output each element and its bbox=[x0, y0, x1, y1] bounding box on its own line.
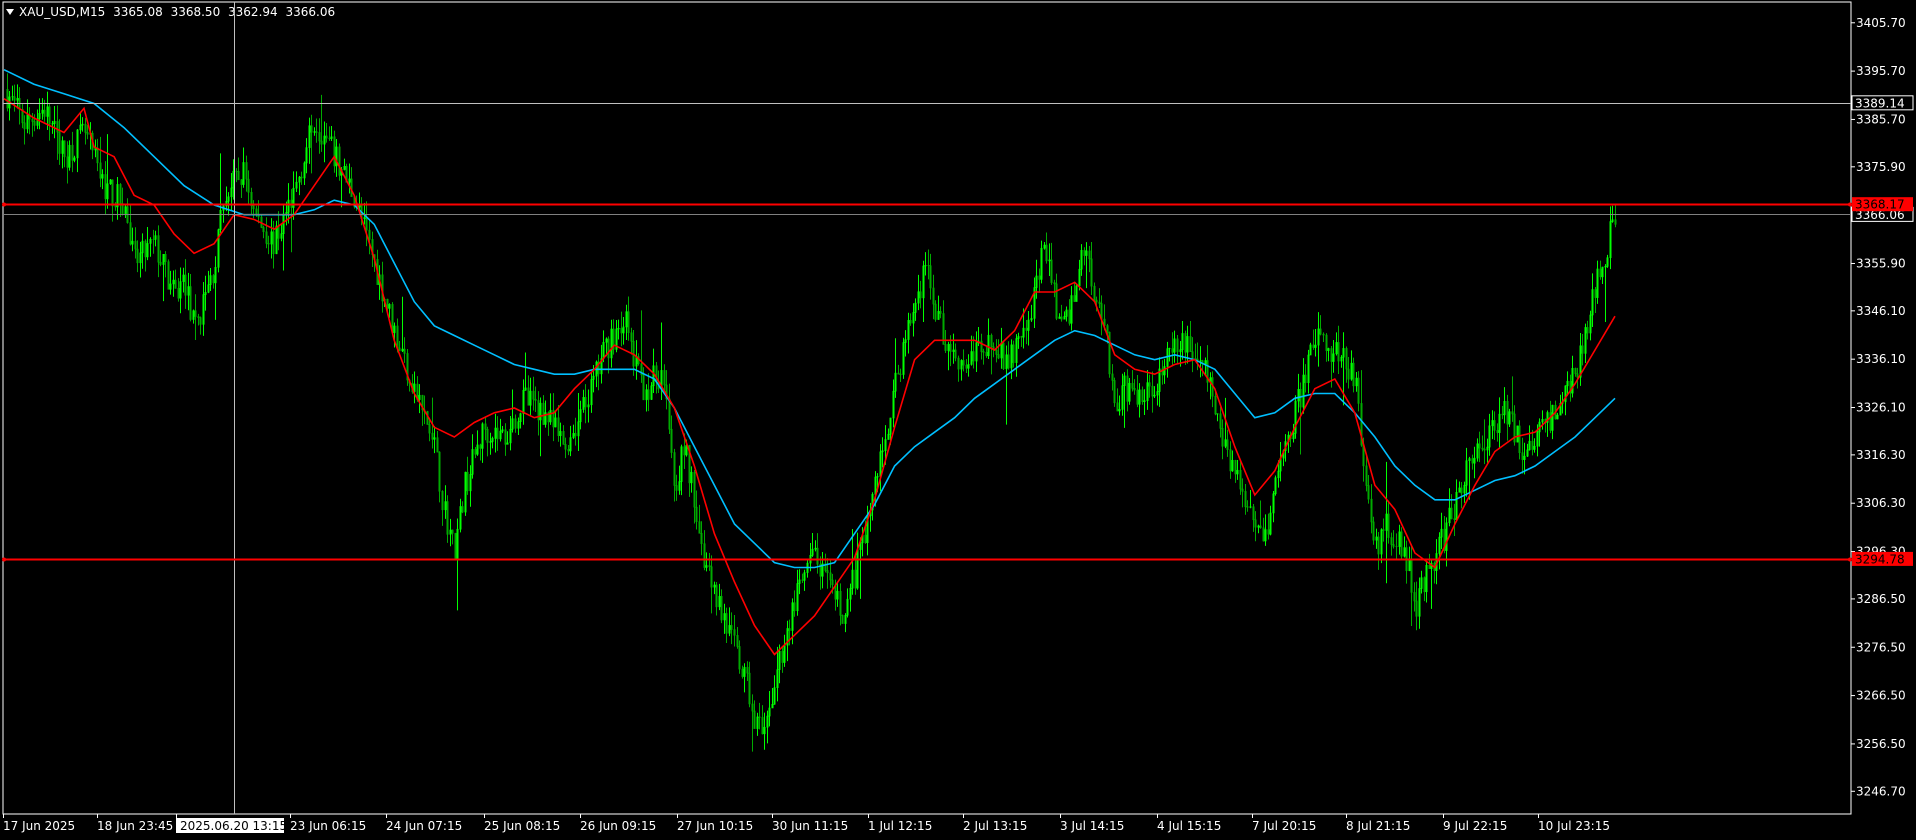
y-tick-label: 3326.10 bbox=[1856, 401, 1906, 415]
x-tick-label: 25 Jun 08:15 bbox=[484, 819, 560, 833]
x-tick-label: 24 Jun 07:15 bbox=[386, 819, 462, 833]
y-tick-label: 3395.70 bbox=[1856, 64, 1906, 78]
y-tick-label: 3336.10 bbox=[1856, 352, 1906, 366]
y-tick-label: 3286.50 bbox=[1856, 592, 1906, 606]
overlay-lines bbox=[2, 2, 1852, 814]
level-handle-left[interactable] bbox=[2, 202, 6, 207]
ma-fast-line bbox=[3, 98, 1616, 656]
level-handle-right[interactable] bbox=[1848, 557, 1852, 562]
y-tick-label: 3246.70 bbox=[1856, 784, 1906, 798]
x-tick-label: 9 Jul 22:15 bbox=[1443, 819, 1507, 833]
x-tick-label: 1 Jul 12:15 bbox=[868, 819, 932, 833]
x-tick-label: 23 Jun 06:15 bbox=[290, 819, 366, 833]
x-tick-label: 10 Jul 23:15 bbox=[1538, 819, 1610, 833]
y-tick-label: 3316.30 bbox=[1856, 448, 1906, 462]
y-tick-label: 3405.70 bbox=[1856, 16, 1906, 30]
crosshair-time-label: 2025.06.20 13:15 bbox=[180, 819, 287, 833]
ma-slow-line bbox=[3, 68, 1616, 569]
y-tick-label: 3355.90 bbox=[1856, 256, 1906, 270]
time-axis: 17 Jun 2025 18 Jun 23:45 2025.06.20 13:15 2… bbox=[3, 814, 1610, 833]
y-tick-label: 3266.50 bbox=[1856, 689, 1906, 703]
y-tick-label: 3346.10 bbox=[1856, 304, 1906, 318]
x-tick-label: 7 Jul 20:15 bbox=[1252, 819, 1316, 833]
x-tick-label: 3 Jul 14:15 bbox=[1060, 819, 1124, 833]
x-tick-label: 18 Jun 23:45 bbox=[97, 819, 173, 833]
level-label: 3294.78 bbox=[1855, 552, 1905, 566]
x-tick-label: 2 Jul 13:15 bbox=[963, 819, 1027, 833]
x-tick-label: 8 Jul 21:15 bbox=[1346, 819, 1410, 833]
price-chart[interactable]: 3405.703395.703385.703375.903366.103355.… bbox=[0, 0, 1916, 840]
price-label: 3389.14 bbox=[1855, 96, 1905, 110]
y-tick-label: 3375.90 bbox=[1856, 160, 1906, 174]
y-tick-label: 3385.70 bbox=[1856, 112, 1906, 126]
x-tick-label: 4 Jul 15:15 bbox=[1157, 819, 1221, 833]
candles-layer bbox=[6, 73, 1617, 752]
x-tick-label: 30 Jun 11:15 bbox=[772, 819, 848, 833]
plot-border bbox=[2, 1, 1852, 815]
level-handle-left[interactable] bbox=[2, 557, 6, 562]
level-label: 3368.17 bbox=[1855, 198, 1905, 212]
x-tick-label: 17 Jun 2025 bbox=[3, 819, 75, 833]
y-tick-label: 3306.30 bbox=[1856, 496, 1906, 510]
level-handle-right[interactable] bbox=[1848, 202, 1852, 207]
price-axis: 3405.703395.703385.703375.903366.103355.… bbox=[1851, 16, 1914, 798]
y-tick-label: 3256.50 bbox=[1856, 737, 1906, 751]
x-tick-label: 27 Jun 10:15 bbox=[677, 819, 753, 833]
x-tick-label: 26 Jun 09:15 bbox=[580, 819, 656, 833]
y-tick-label: 3276.50 bbox=[1856, 640, 1906, 654]
